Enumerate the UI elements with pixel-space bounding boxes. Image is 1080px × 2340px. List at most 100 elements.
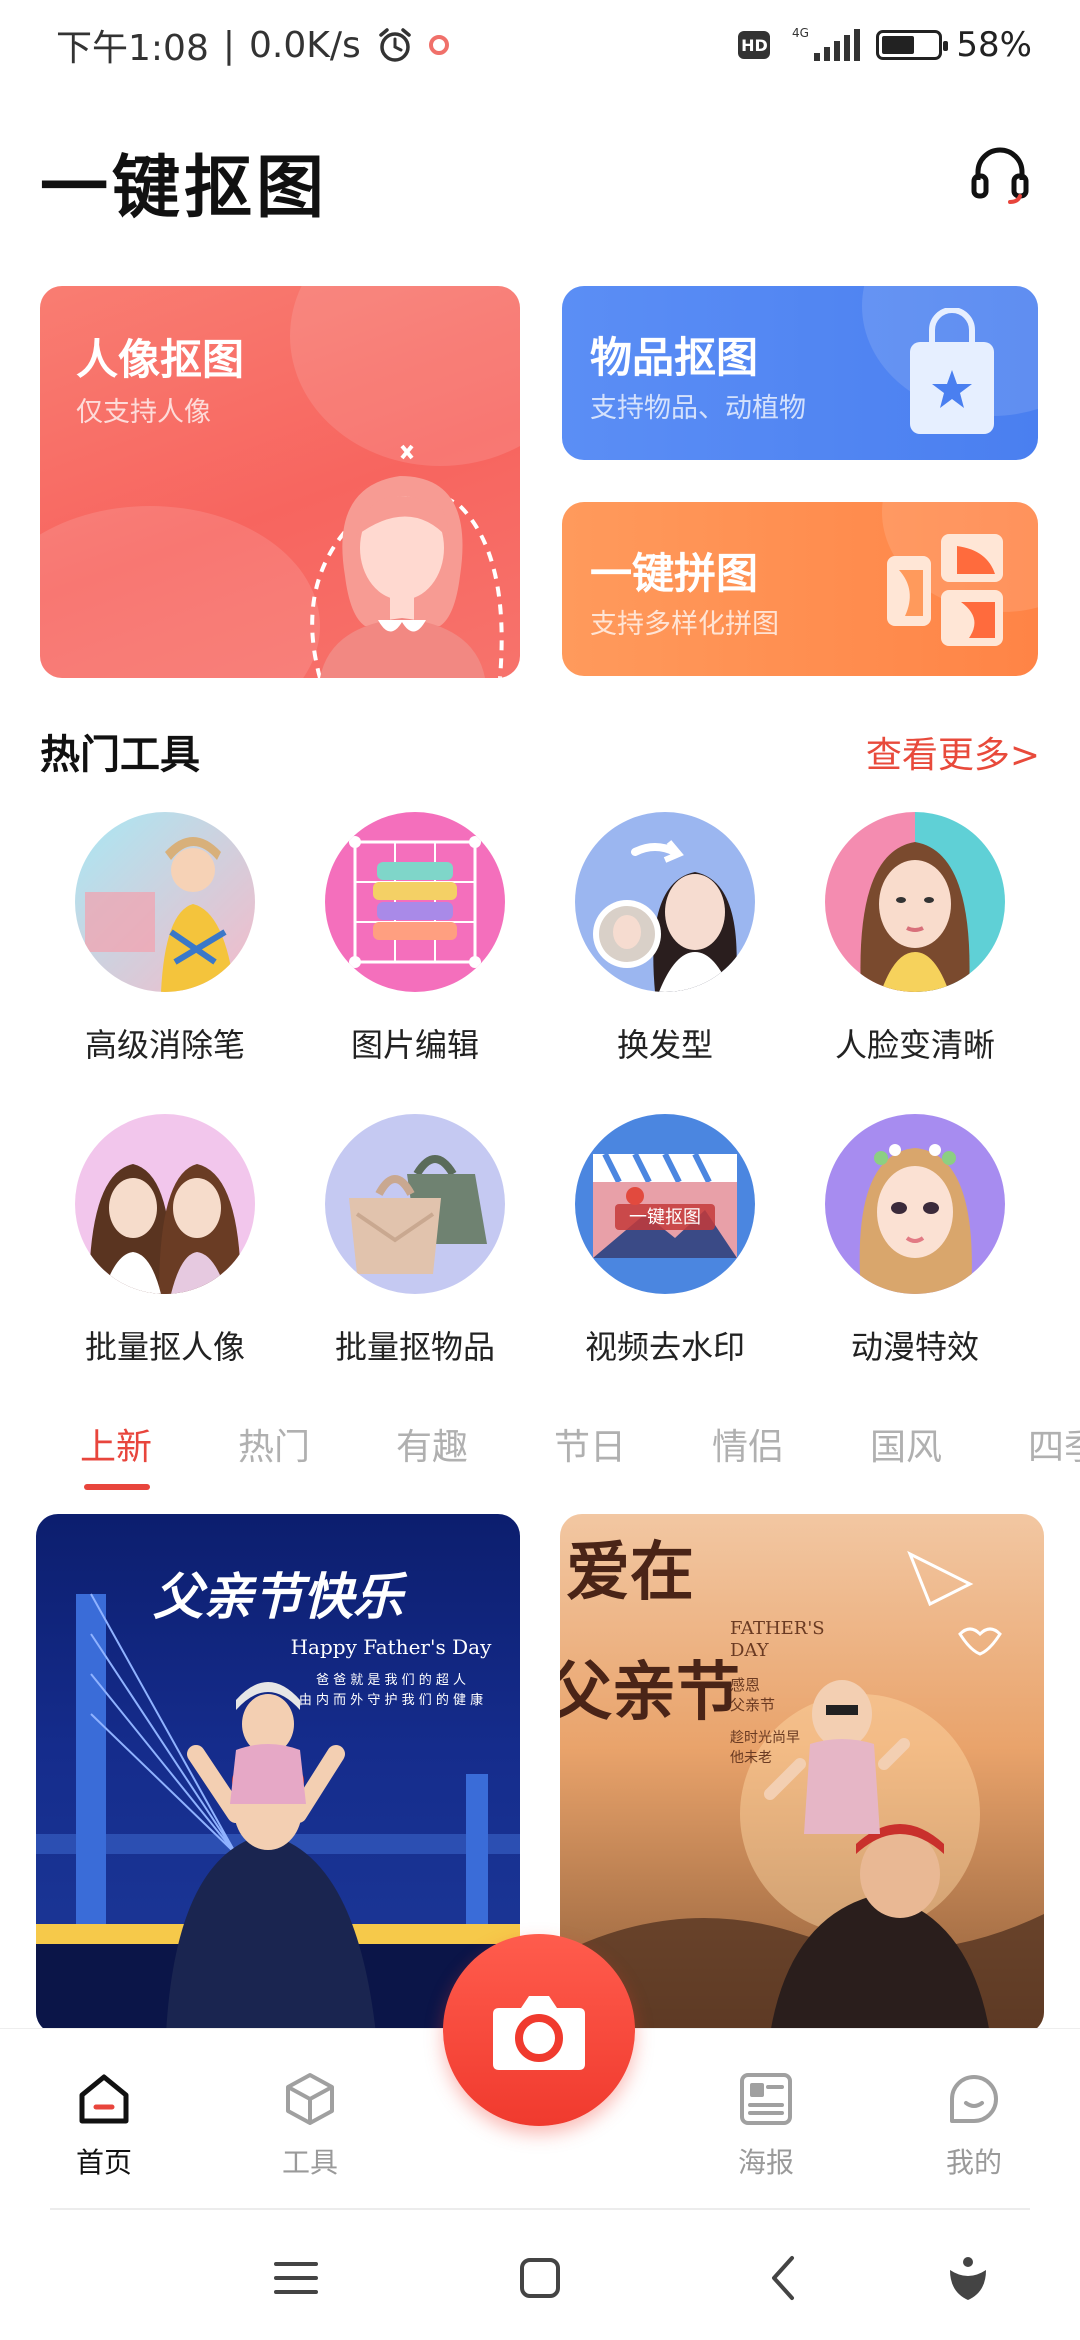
poster-note: 趁时光尚早: [730, 1730, 800, 1746]
poster-note: 感恩: [730, 1676, 760, 1694]
see-more-link[interactable]: 查看更多>: [866, 726, 1040, 778]
poster-note: 父亲节: [730, 1696, 775, 1714]
status-right: HD 4G 58%: [738, 25, 1032, 65]
video-watermark-tool-image: 一键抠图: [575, 1114, 755, 1294]
tools-grid: 高级消除笔 图片编辑 换发型 人脸变清晰 批量抠人像 批量抠物品 一键抠图 视频…: [40, 812, 1040, 1368]
assistant-icon[interactable]: [942, 2252, 994, 2304]
tool-label: 换发型: [616, 1026, 713, 1064]
tab-guofeng[interactable]: 国风: [870, 1418, 1028, 1470]
image-edit-tool-image: [325, 812, 505, 992]
hot-tools-title: 热门工具: [40, 732, 200, 778]
eraser-tool-image: [75, 812, 255, 992]
poster-image: 爱在 父亲节 FATHER'S DAY 感恩 父亲节 趁时光尚早 他未老: [560, 1535, 1044, 2034]
status-left: 下午1:08 | 0.0K/s: [56, 19, 449, 71]
battery-icon: [876, 30, 949, 60]
card-title: 物品抠图: [590, 333, 759, 382]
system-nav-bar: [0, 2220, 1080, 2340]
camera-button[interactable]: [443, 1934, 635, 2126]
nav-home[interactable]: 首页: [44, 2069, 164, 2181]
home-square-icon[interactable]: [514, 2252, 566, 2304]
nav-poster[interactable]: 海报: [706, 2069, 826, 2181]
home-icon: [79, 2074, 129, 2124]
tool-face-enhance[interactable]: 人脸变清晰: [790, 812, 1040, 1066]
collage-icon: [887, 534, 1003, 646]
divider: [50, 2208, 1030, 2210]
recording-icon: [428, 35, 449, 55]
tool-hairstyle[interactable]: 换发型: [540, 812, 790, 1066]
poster-note: 他未老: [730, 1750, 772, 1766]
poster-caption: 由 内 而 外 守 护 我 们 的 健 康: [299, 1692, 483, 1708]
cube-icon: [286, 2073, 334, 2125]
battery-fill: [882, 36, 914, 54]
nav-label: 我的: [945, 2146, 1002, 2179]
portrait-illustration: [310, 444, 504, 678]
category-tabs: 上新 热门 有趣 节日 情侣 国风 四季: [80, 1418, 1080, 1490]
poster-card[interactable]: 爱在 父亲节 FATHER'S DAY 感恩 父亲节 趁时光尚早 他未老: [560, 1514, 1044, 2034]
poster-card[interactable]: 父亲节快乐 Happy Father's Day 爸 爸 就 是 我 们 的 超…: [36, 1514, 520, 2034]
tool-label: 批量抠人像: [84, 1328, 245, 1366]
batch-object-tool-image: [325, 1114, 505, 1294]
tab-couple[interactable]: 情侣: [712, 1418, 870, 1470]
nav-label: 首页: [75, 2146, 132, 2179]
tool-label: 高级消除笔: [84, 1026, 245, 1064]
headset-icon[interactable]: [968, 140, 1032, 204]
alarm-icon: [378, 28, 411, 62]
card-subtitle: 支持物品、动植物: [590, 393, 806, 424]
card-subtitle: 支持多样化拼图: [590, 609, 779, 640]
nav-label: 工具: [281, 2146, 338, 2179]
tool-label: 视频去水印: [584, 1328, 745, 1366]
face-enhance-tool-image: [825, 812, 1005, 992]
object-cutout-card[interactable]: 物品抠图 支持物品、动植物: [562, 286, 1038, 460]
collage-card[interactable]: 一键拼图 支持多样化拼图: [562, 502, 1038, 676]
watermark-text: 一键抠图: [629, 1207, 701, 1228]
tab-seasons[interactable]: 四季: [1028, 1418, 1080, 1470]
nav-tools[interactable]: 工具: [250, 2069, 370, 2181]
poster-english: FATHER'S: [730, 1618, 825, 1639]
anime-effect-tool-image: [825, 1114, 1005, 1294]
tool-anime-effect[interactable]: 动漫特效: [790, 1114, 1040, 1368]
back-icon[interactable]: [758, 2252, 810, 2304]
shopping-bag-icon: [910, 308, 994, 434]
tool-label: 图片编辑: [350, 1026, 479, 1064]
tool-eraser[interactable]: 高级消除笔: [40, 812, 290, 1066]
tool-label: 人脸变清晰: [834, 1026, 995, 1064]
nav-mine[interactable]: 我的: [914, 2069, 1034, 2181]
page-title: 一键抠图: [40, 149, 329, 228]
poster-icon: [740, 2073, 792, 2125]
nav-label: 海报: [737, 2146, 794, 2179]
card-title: 一键拼图: [590, 549, 759, 598]
poster-english: DAY: [730, 1640, 770, 1661]
portrait-cutout-card[interactable]: 人像抠图 仅支持人像: [40, 286, 520, 678]
signal-icon: 4G: [792, 26, 861, 61]
tab-new[interactable]: 上新: [80, 1418, 238, 1490]
batch-portrait-tool-image: [75, 1114, 255, 1294]
tool-label: 批量抠物品: [334, 1328, 495, 1366]
poster-caption: 爸 爸 就 是 我 们 的 超 人: [316, 1672, 466, 1688]
card-subtitle: 仅支持人像: [76, 397, 211, 428]
battery-text: 58%: [956, 25, 1032, 65]
status-bar: 下午1:08 | 0.0K/s HD 4G 58%: [0, 0, 1080, 90]
status-divider: |: [222, 24, 235, 66]
hairstyle-tool-image: [575, 812, 755, 992]
menu-icon[interactable]: [270, 2252, 322, 2304]
tool-label: 动漫特效: [850, 1328, 979, 1366]
poster-headline: 父亲节: [560, 1655, 740, 1730]
poster-headline: 爱在: [566, 1535, 694, 1610]
profile-icon: [950, 2075, 998, 2123]
tool-image-edit[interactable]: 图片编辑: [290, 812, 540, 1066]
tab-hot[interactable]: 热门: [238, 1418, 396, 1470]
status-speed: 0.0K/s: [248, 24, 361, 66]
card-title: 人像抠图: [76, 335, 245, 384]
status-time: 下午1:08: [56, 28, 209, 69]
decor-blob: [40, 506, 320, 678]
hd-icon: HD: [738, 31, 771, 59]
network-type-label: 4G: [792, 26, 809, 40]
tab-fun[interactable]: 有趣: [396, 1418, 554, 1470]
tool-batch-object[interactable]: 批量抠物品: [290, 1114, 540, 1368]
camera-icon: [493, 1996, 585, 2070]
tool-batch-portrait[interactable]: 批量抠人像: [40, 1114, 290, 1368]
poster-image: 父亲节快乐 Happy Father's Day 爸 爸 就 是 我 们 的 超…: [36, 1567, 520, 2034]
tab-festival[interactable]: 节日: [554, 1418, 712, 1470]
poster-subline: Happy Father's Day: [291, 1635, 492, 1659]
tool-video-watermark[interactable]: 一键抠图 视频去水印: [540, 1114, 790, 1368]
